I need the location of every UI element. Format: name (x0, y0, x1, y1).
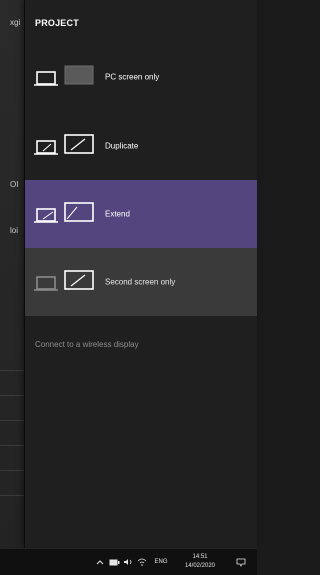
divider (0, 420, 24, 421)
connect-wireless-display-link[interactable]: Connect to a wireless display (35, 340, 139, 349)
option-label: Extend (105, 209, 130, 219)
pc-screen-only-icon (34, 65, 94, 86)
taskbar: ENG 14:51 14/02/2020 (0, 548, 257, 575)
duplicate-icon (34, 134, 94, 155)
divider (0, 395, 24, 396)
option-label: Duplicate (105, 141, 139, 151)
option-pc-screen-only[interactable]: PC screen only (25, 43, 257, 111)
clock[interactable]: 14:51 14/02/2020 (180, 553, 220, 571)
clock-time: 14:51 (192, 554, 208, 560)
divider (0, 370, 24, 371)
chevron-up-icon[interactable] (95, 549, 105, 575)
background-text-fragment: OI (10, 180, 19, 189)
volume-icon[interactable] (122, 549, 134, 575)
option-label: PC screen only (105, 72, 160, 82)
notification-icon[interactable] (234, 549, 248, 575)
battery-icon[interactable] (108, 549, 120, 575)
wifi-icon[interactable] (136, 549, 148, 575)
option-extend[interactable]: Extend (25, 180, 257, 248)
divider (0, 495, 24, 496)
project-panel: PROJECT PC screen only Duplicate Extend … (25, 0, 257, 548)
second-screen-only-icon (34, 270, 94, 291)
extend-icon (34, 202, 94, 223)
clock-date: 14/02/2020 (184, 563, 216, 569)
background-window: xgi OI loi (0, 0, 25, 548)
option-second-screen-only[interactable]: Second screen only (25, 248, 257, 316)
language-label: ENG (154, 559, 168, 565)
language-indicator[interactable]: ENG (150, 549, 172, 575)
option-label: Second screen only (105, 277, 176, 287)
panel-title: PROJECT (35, 18, 79, 28)
background-text-fragment: loi (10, 226, 19, 235)
divider (0, 445, 24, 446)
background-text-fragment: xgi (10, 18, 21, 27)
option-duplicate[interactable]: Duplicate (25, 112, 257, 180)
divider (0, 470, 24, 471)
